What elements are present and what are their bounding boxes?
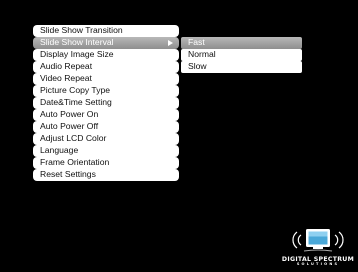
menu-item-frame-orientation[interactable]: Frame Orientation [33,157,179,169]
chevron-right-icon [168,40,173,46]
submenu-item-slow[interactable]: Slow [181,61,302,73]
menu-item-display-image-size[interactable]: Display Image Size [33,49,179,61]
menu-item-slide-show-transition[interactable]: Slide Show Transition [33,25,179,37]
menu-item-label: Auto Power On [40,109,99,119]
settings-menu: Slide Show Transition Slide Show Interva… [33,25,179,181]
menu-item-label: Video Repeat [40,73,92,83]
menu-item-video-repeat[interactable]: Video Repeat [33,73,179,85]
submenu-item-label: Normal [188,49,216,59]
menu-item-label: Auto Power Off [40,121,99,131]
menu-item-label: Language [40,145,79,155]
menu-item-label: Adjust LCD Color [40,133,107,143]
submenu-item-fast[interactable]: Fast [181,37,302,49]
menu-item-label: Display Image Size [40,49,114,59]
menu-item-label: Slide Show Transition [40,25,123,35]
menu-item-auto-power-on[interactable]: Auto Power On [33,109,179,121]
menu-item-label: Picture Copy Type [40,85,111,95]
digital-frame-wireless-logo-icon [292,229,344,252]
menu-item-picture-copy-type[interactable]: Picture Copy Type [33,85,179,97]
submenu-item-normal[interactable]: Normal [181,49,302,61]
submenu-item-label: Fast [188,37,205,47]
menu-item-date-time-setting[interactable]: Date&Time Setting [33,97,179,109]
menu-item-adjust-lcd-color[interactable]: Adjust LCD Color [33,133,179,145]
menu-item-label: Reset Settings [40,169,96,179]
menu-item-label: Audio Repeat [40,61,93,71]
menu-item-auto-power-off[interactable]: Auto Power Off [33,121,179,133]
menu-item-label: Date&Time Setting [40,97,112,107]
menu-item-audio-repeat[interactable]: Audio Repeat [33,61,179,73]
menu-item-slide-show-interval[interactable]: Slide Show Interval [33,37,179,49]
submenu-item-label: Slow [188,61,207,71]
menu-item-label: Frame Orientation [40,157,110,167]
brand-logo: DIGITAL SPECTRUM SOLUTIONS [280,226,356,270]
interval-submenu: Fast Normal Slow [181,37,302,73]
menu-item-reset-settings[interactable]: Reset Settings [33,169,179,181]
menu-item-label: Slide Show Interval [40,37,114,47]
menu-item-language[interactable]: Language [33,145,179,157]
